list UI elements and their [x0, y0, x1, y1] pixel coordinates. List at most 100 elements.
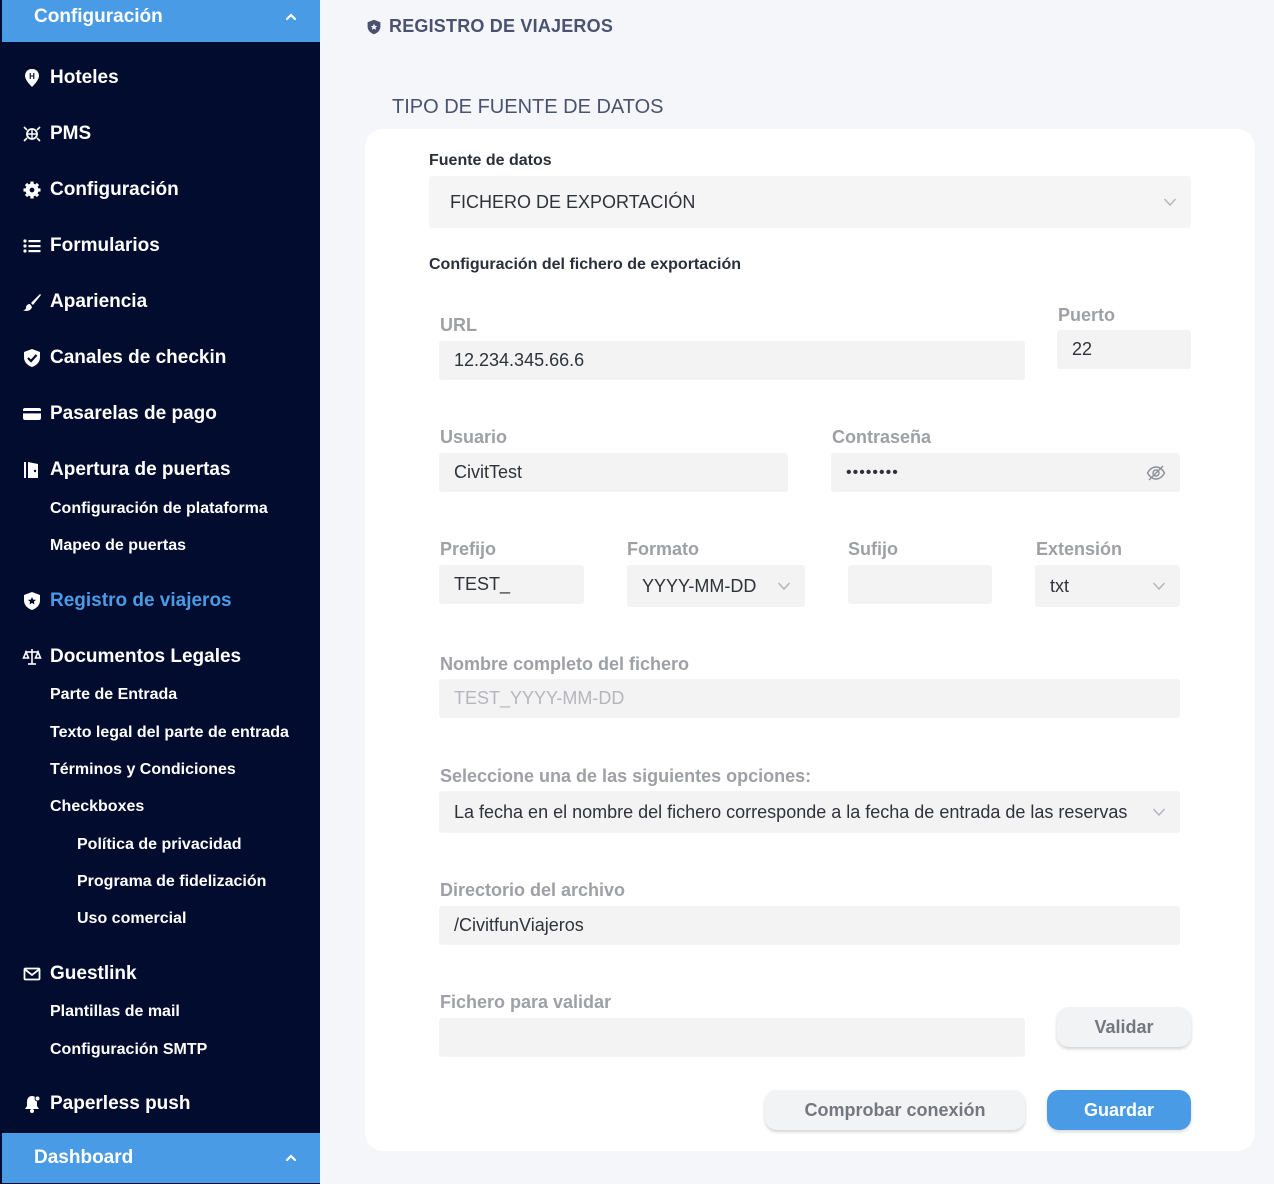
sidebar-item-apariencia[interactable]: Apariencia	[22, 288, 310, 316]
directory-label: Directorio del archivo	[440, 880, 626, 900]
directory-value: /CivitfunViajeros	[454, 915, 584, 935]
shield-badge-icon	[367, 19, 381, 34]
export-config-label: Configuración del fichero de exportación	[429, 256, 742, 273]
sidebar-header-label: Configuración	[34, 6, 163, 27]
source-select-value: FICHERO DE EXPORTACIÓN	[450, 191, 696, 212]
source-select[interactable]: FICHERO DE EXPORTACIÓN	[429, 176, 1191, 228]
sidebar-item-label: Guestlink	[50, 963, 137, 984]
network-icon	[22, 124, 42, 144]
sidebar-item-paperless[interactable]: Paperless push	[22, 1090, 310, 1118]
chevron-down-icon	[777, 582, 791, 591]
chevron-down-icon	[1163, 198, 1177, 207]
sidebar-item-formularios[interactable]: Formularios	[22, 232, 310, 260]
extension-select[interactable]: txt	[1035, 565, 1180, 607]
sidebar-subitem-privacidad[interactable]: Política de privacidad	[77, 834, 242, 856]
credit-card-icon	[22, 404, 42, 424]
sidebar-subitem-checkboxes[interactable]: Checkboxes	[50, 796, 144, 818]
scale-icon	[22, 647, 42, 667]
user-value: CivitTest	[454, 462, 523, 482]
format-select[interactable]: YYYY-MM-DD	[627, 565, 805, 607]
sidebar-item-label: Canales de checkin	[50, 347, 227, 368]
user-label: Usuario	[440, 427, 508, 447]
validate-file-label: Fichero para validar	[440, 992, 612, 1012]
user-input[interactable]: CivitTest	[439, 453, 788, 492]
sidebar: Configuración H Hoteles PMS Configuració…	[0, 0, 320, 1184]
door-icon	[22, 460, 42, 480]
check-connection-button[interactable]: Comprobar conexión	[765, 1090, 1025, 1130]
fullname-label: Nombre completo del fichero	[440, 654, 690, 674]
bell-icon	[22, 1094, 42, 1114]
sidebar-item-pms[interactable]: PMS	[22, 120, 310, 148]
sidebar-subitem-fidelizacion[interactable]: Programa de fidelización	[77, 871, 266, 893]
list-icon	[22, 236, 42, 256]
directory-input[interactable]: /CivitfunViajeros	[439, 906, 1180, 945]
hotel-pin-icon: H	[22, 68, 42, 88]
chevron-up-icon	[285, 13, 297, 21]
fullname-input: TEST_YYYY-MM-DD	[439, 679, 1180, 718]
password-value: ••••••••	[846, 463, 899, 481]
sidebar-item-guestlink[interactable]: Guestlink	[22, 960, 310, 988]
prefix-input[interactable]: TEST_	[439, 565, 584, 604]
url-value: 12.234.345.66.6	[454, 350, 585, 370]
password-input[interactable]: ••••••••	[831, 453, 1180, 492]
fullname-value: TEST_YYYY-MM-DD	[454, 688, 625, 708]
sidebar-subitem-plantillas[interactable]: Plantillas de mail	[50, 1001, 180, 1023]
suffix-label: Sufijo	[848, 539, 898, 559]
save-button[interactable]: Guardar	[1047, 1090, 1191, 1130]
chevron-up-icon	[285, 1154, 297, 1162]
password-label: Contraseña	[832, 427, 932, 447]
chevron-down-icon	[1152, 582, 1166, 591]
validate-button[interactable]: Validar	[1057, 1007, 1191, 1047]
sidebar-header-configuracion[interactable]: Configuración	[2, 0, 320, 42]
prefix-label: Prefijo	[440, 539, 497, 559]
sidebar-subitem-texto-legal[interactable]: Texto legal del parte de entrada	[50, 722, 289, 744]
brush-icon	[22, 292, 42, 312]
sidebar-subitem-smtp[interactable]: Configuración SMTP	[50, 1039, 207, 1061]
format-value: YYYY-MM-DD	[642, 575, 757, 596]
sidebar-item-label: Documentos Legales	[50, 646, 242, 667]
extension-value: txt	[1050, 575, 1070, 596]
sidebar-item-label: Registro de viajeros	[50, 590, 232, 611]
sidebar-item-hoteles[interactable]: H Hoteles	[22, 64, 310, 92]
validate-file-input[interactable]	[439, 1018, 1025, 1057]
suffix-input[interactable]	[848, 565, 992, 604]
port-input[interactable]: 22	[1057, 330, 1191, 369]
url-label: URL	[440, 315, 477, 335]
sidebar-item-label: Configuración	[50, 179, 179, 200]
options-label: Seleccione una de las siguientes opcione…	[440, 766, 812, 786]
shield-badge-icon	[22, 591, 42, 611]
sidebar-item-label: Apertura de puertas	[50, 459, 231, 480]
sidebar-item-configuracion[interactable]: Configuración	[22, 176, 310, 204]
sidebar-header-label: Dashboard	[34, 1147, 134, 1168]
sidebar-item-label: Pasarelas de pago	[50, 403, 217, 424]
sidebar-item-label: Hoteles	[50, 67, 119, 88]
sidebar-subitem-parte-entrada[interactable]: Parte de Entrada	[50, 684, 177, 706]
sidebar-item-registro[interactable]: Registro de viajeros	[22, 587, 310, 615]
sidebar-subitem-config-plataforma[interactable]: Configuración de plataforma	[50, 498, 268, 520]
sidebar-subitem-mapeo-puertas[interactable]: Mapeo de puertas	[50, 535, 186, 557]
extension-label: Extensión	[1036, 539, 1123, 559]
sidebar-item-label: Paperless push	[50, 1093, 191, 1114]
sidebar-item-documentos[interactable]: Documentos Legales	[22, 643, 310, 671]
sidebar-item-pasarelas[interactable]: Pasarelas de pago	[22, 400, 310, 428]
options-select[interactable]: La fecha en el nombre del fichero corres…	[439, 791, 1180, 833]
sidebar-item-apertura[interactable]: Apertura de puertas	[22, 456, 310, 484]
sidebar-header-dashboard[interactable]: Dashboard	[2, 1133, 320, 1183]
gear-icon	[22, 180, 42, 200]
format-label: Formato	[627, 539, 699, 559]
sidebar-item-label: PMS	[50, 123, 92, 144]
eye-off-icon[interactable]	[1146, 464, 1166, 482]
prefix-value: TEST_	[454, 574, 511, 594]
svg-text:H: H	[29, 72, 35, 81]
source-label: Fuente de datos	[429, 152, 552, 169]
section-title: TIPO DE FUENTE DE DATOS	[392, 96, 664, 118]
url-input[interactable]: 12.234.345.66.6	[439, 341, 1025, 380]
page-title-text: REGISTRO DE VIAJEROS	[389, 16, 614, 36]
options-value: La fecha en el nombre del fichero corres…	[454, 801, 1128, 822]
shield-check-icon	[22, 348, 42, 368]
sidebar-subitem-terminos[interactable]: Términos y Condiciones	[50, 759, 236, 781]
mail-icon	[22, 964, 42, 984]
sidebar-item-canales[interactable]: Canales de checkin	[22, 344, 310, 372]
sidebar-subitem-uso-comercial[interactable]: Uso comercial	[77, 908, 186, 930]
page-title: REGISTRO DE VIAJEROS	[366, 16, 613, 37]
